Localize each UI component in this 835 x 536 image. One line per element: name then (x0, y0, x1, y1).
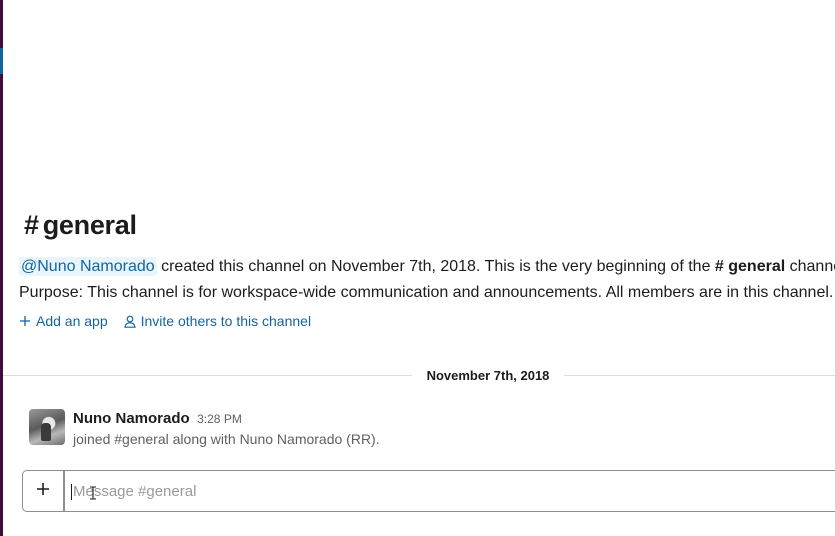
plus-icon (36, 482, 50, 501)
sidebar-edge (0, 0, 3, 536)
user-icon (123, 315, 136, 328)
intro-text: created this channel on November 7th, 20… (156, 258, 715, 275)
intro-suffix: channel. (789, 258, 835, 275)
ibeam-cursor-icon (89, 486, 97, 505)
message-input[interactable] (73, 471, 773, 511)
message-timestamp[interactable]: 3:28 PM (197, 412, 242, 426)
plus-icon (19, 315, 31, 327)
text-caret (71, 484, 72, 500)
add-app-button[interactable]: Add an app (19, 313, 108, 329)
sidebar-active-indicator (0, 48, 3, 74)
date-divider-label[interactable]: November 7th, 2018 (412, 366, 564, 386)
avatar[interactable] (29, 409, 65, 445)
message-body: joined #general along with Nuno Namorado… (73, 431, 380, 447)
add-app-label: Add an app (36, 313, 108, 329)
message-author[interactable]: Nuno Namorado (73, 410, 190, 427)
message-composer (22, 470, 835, 512)
message-header: Nuno Namorado 3:28 PM (73, 410, 242, 428)
channel-purpose: Purpose: This channel is for workspace-w… (19, 284, 834, 301)
channel-intro: @Nuno Namorado created this channel on N… (19, 256, 835, 278)
user-mention[interactable]: @Nuno Namorado (19, 257, 157, 276)
channel-name: general (42, 210, 137, 240)
invite-button[interactable]: Invite others to this channel (123, 313, 312, 329)
channel-actions: Add an app Invite others to this channel (19, 313, 311, 329)
attach-button[interactable] (23, 471, 65, 511)
invite-label: Invite others to this channel (140, 313, 312, 329)
channel-hash: # (24, 210, 39, 240)
channel-reference[interactable]: # general (715, 258, 785, 275)
channel-title: # general (24, 210, 137, 241)
